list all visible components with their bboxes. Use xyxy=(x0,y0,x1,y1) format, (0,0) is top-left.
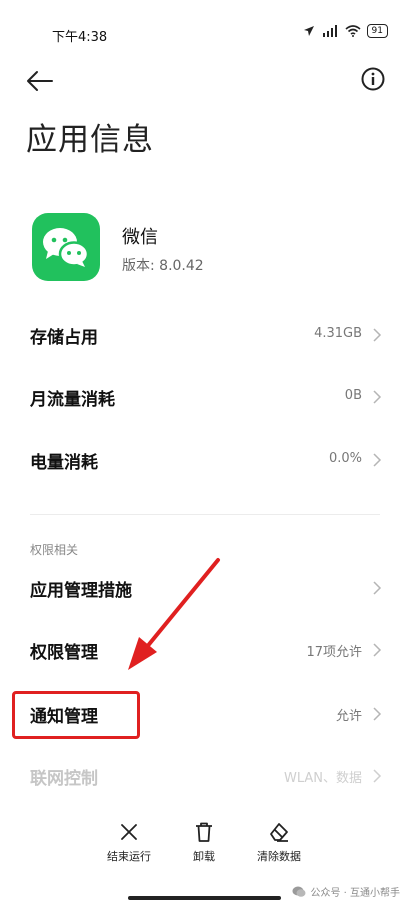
section-header: 权限相关 xyxy=(30,543,79,557)
row-value: 0B xyxy=(344,388,362,403)
chevron-right-icon xyxy=(373,769,382,783)
chevron-right-icon xyxy=(373,581,382,595)
row-label: 权限管理 xyxy=(30,643,98,663)
close-x-icon xyxy=(121,824,137,840)
status-time: 下午4:38 xyxy=(52,30,108,45)
permission-management-row[interactable]: 权限管理 17项允许 xyxy=(0,624,414,676)
top-nav xyxy=(0,62,414,98)
row-label: 电量消耗 xyxy=(30,453,98,473)
back-arrow-icon[interactable] xyxy=(24,66,56,96)
network-control-row[interactable]: 联网控制 WLAN、数据 xyxy=(0,750,414,802)
chevron-right-icon xyxy=(373,707,382,721)
bottom-action-bar: 结束运行 卸载 清除数据 xyxy=(0,820,414,870)
row-value: WLAN、数据 xyxy=(283,771,362,786)
wechat-official-account-icon xyxy=(292,886,306,897)
clear-data-label: 清除数据 xyxy=(257,850,301,863)
row-value: 0.0% xyxy=(328,451,362,466)
chevron-right-icon xyxy=(373,453,382,467)
app-management-row[interactable]: 应用管理措施 xyxy=(0,562,414,614)
app-version: 版本: 8.0.42 xyxy=(122,258,204,274)
battery-usage-row[interactable]: 电量消耗 0.0% xyxy=(0,434,414,486)
chevron-right-icon xyxy=(373,390,382,404)
location-icon xyxy=(303,26,314,36)
wifi-icon xyxy=(345,25,361,37)
home-indicator[interactable] xyxy=(128,896,281,900)
signal-icon xyxy=(322,25,337,37)
storage-row[interactable]: 存储占用 4.31GB xyxy=(0,309,414,361)
trash-icon xyxy=(196,822,212,842)
row-label: 应用管理措施 xyxy=(30,581,132,601)
battery-indicator: 91 xyxy=(366,24,388,38)
wechat-logo-icon xyxy=(32,213,100,281)
clear-data-button[interactable]: 清除数据 xyxy=(234,820,324,864)
row-value: 允许 xyxy=(335,709,362,724)
watermark-text: 公众号 · 互通小帮手 xyxy=(310,888,400,899)
chevron-right-icon xyxy=(373,643,382,657)
watermark: 公众号 · 互通小帮手 xyxy=(292,884,400,899)
row-value: 4.31GB xyxy=(314,326,362,341)
status-bar: 下午4:38 91 xyxy=(0,0,414,60)
row-value: 17项允许 xyxy=(306,645,362,660)
page-title: 应用信息 xyxy=(26,122,154,158)
row-label: 存储占用 xyxy=(30,328,98,348)
data-usage-row[interactable]: 月流量消耗 0B xyxy=(0,371,414,423)
chevron-right-icon xyxy=(373,328,382,342)
status-icons: 91 xyxy=(303,24,388,38)
annotation-highlight-box xyxy=(12,691,140,739)
info-icon[interactable] xyxy=(360,66,386,92)
row-label: 联网控制 xyxy=(30,769,98,789)
divider xyxy=(30,514,380,515)
app-name: 微信 xyxy=(122,227,158,248)
eraser-icon xyxy=(270,823,288,842)
row-label: 月流量消耗 xyxy=(30,390,115,410)
